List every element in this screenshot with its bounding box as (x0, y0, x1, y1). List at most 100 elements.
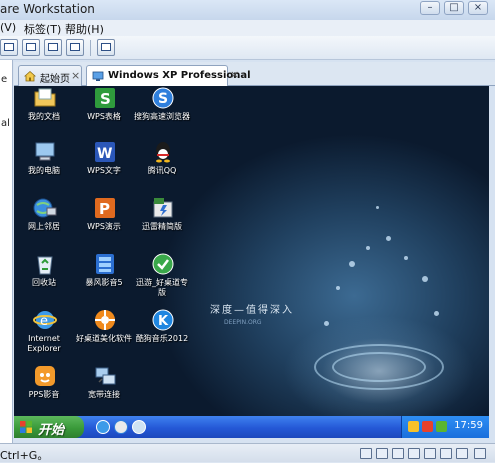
desktop-icon-wps-spreadsheet[interactable]: S WPS表格 (76, 86, 132, 126)
cd-drive-icon[interactable] (376, 448, 388, 459)
quicklaunch-ie-icon[interactable] (96, 420, 110, 434)
desktop-icon-label: 网上邻居 (28, 222, 60, 231)
svg-text:S: S (100, 90, 111, 108)
unity-button[interactable] (66, 39, 84, 56)
desktop-icon-haozhuodao[interactable]: 好桌道美化软件 (76, 308, 132, 354)
maximize-icon[interactable]: □ (444, 1, 464, 15)
water-droplet (404, 256, 408, 260)
desktop-icon-baofeng[interactable]: 暴风影音5 (76, 252, 132, 292)
status-bar: Ctrl+G。 (0, 443, 495, 462)
wps-spreadsheet-icon: S (95, 88, 115, 108)
water-droplet (386, 236, 391, 241)
desktop-icon-label: WPS文字 (87, 166, 121, 175)
desktop-icon-label: 我的文档 (28, 112, 60, 121)
desktop-icon-label: 我的电脑 (28, 166, 60, 175)
desktop-icon-label: 暴风影音5 (85, 278, 123, 287)
menu-bar: (V) 标签(T) 帮助(H) (0, 20, 495, 36)
desktop-icon-label: 迅雷精简版 (142, 222, 182, 231)
ie-icon: e (33, 311, 57, 329)
menu-tabs[interactable]: 标签(T) (24, 21, 61, 37)
close-tab-icon[interactable]: × (71, 69, 80, 82)
desktop-icon-my-computer[interactable]: 我的电脑 (16, 140, 72, 180)
svg-text:e: e (40, 314, 48, 329)
console-view-button[interactable] (97, 39, 115, 56)
wps-writer-icon: W (95, 142, 115, 162)
desktop-icon-kugou[interactable]: K 酷狗音乐2012 (134, 308, 190, 354)
desktop-icon-network[interactable]: 网上邻居 (16, 196, 72, 236)
tab-home-label: 起始页 (40, 74, 70, 85)
desktop-icon-label: WPS表格 (87, 112, 121, 121)
desktop-icon-wps-presentation[interactable]: P WPS演示 (76, 196, 132, 236)
wallpaper-brand-text: 深度—值得深入 (210, 305, 294, 316)
windows-flag-icon (20, 421, 32, 433)
vmware-window: are Workstation – □ × (V) 标签(T) 帮助(H) e … (0, 0, 495, 462)
desktop-icon-internet-explorer[interactable]: e Internet Explorer (16, 308, 72, 354)
water-ripple (332, 352, 426, 382)
qq-icon (156, 142, 170, 163)
close-icon[interactable]: × (468, 1, 488, 15)
svg-text:P: P (99, 200, 110, 218)
desktop-icon-sogou-browser[interactable]: S 搜狗高速浏览器 (134, 86, 190, 132)
tab-strip: 起始页 × Windows XP Professional × (14, 62, 495, 87)
quicklaunch-desktop-icon[interactable] (132, 420, 146, 434)
desktop-icon-pps[interactable]: PPS影音 (16, 364, 72, 404)
baofeng-icon (96, 254, 114, 274)
tray-app-icon[interactable] (408, 421, 419, 432)
desktop-icon-label: 宽带连接 (88, 390, 120, 399)
wps-presentation-icon: P (95, 198, 115, 218)
tray-security-icon[interactable] (422, 421, 433, 432)
network-adapter-icon[interactable] (392, 448, 404, 459)
fullscreen-icon (48, 43, 58, 51)
sogou-browser-icon: S (152, 87, 174, 109)
status-message: Ctrl+G。 (0, 449, 49, 462)
water-droplet (349, 261, 355, 267)
water-droplet (336, 286, 340, 290)
desktop-icon-label: WPS演示 (87, 222, 121, 231)
home-icon (24, 70, 36, 82)
water-droplet (366, 246, 370, 250)
desktop-icon-label: 搜狗高速浏览器 (134, 112, 190, 121)
desktop-icon-thunder[interactable]: 迅雷精简版 (134, 196, 190, 236)
pps-icon (35, 366, 55, 386)
my-documents-icon (34, 88, 56, 107)
tab-windows-xp[interactable]: Windows XP Professional (86, 65, 251, 87)
display-icon[interactable] (456, 448, 468, 459)
usb-device-icon[interactable] (408, 448, 420, 459)
tab-home[interactable]: 起始页 × (18, 65, 82, 86)
tray-network-icon[interactable] (436, 421, 447, 432)
menu-help[interactable]: 帮助(H) (65, 21, 104, 37)
desktop-icon-label: 迅游_好桌道专版 (136, 278, 188, 297)
thunder-icon (153, 198, 173, 218)
network-icon (33, 198, 57, 218)
quick-switch-icon (26, 43, 36, 51)
desktop-icon-qq[interactable]: 腾讯QQ (134, 140, 190, 180)
sidebar-text: e (1, 74, 8, 85)
water-droplet (434, 311, 439, 316)
quicklaunch-sogou-icon[interactable] (114, 420, 128, 434)
desktop-icon-broadband[interactable]: 宽带连接 (76, 364, 132, 404)
title-bar: are Workstation – □ × (0, 0, 495, 20)
minimize-icon[interactable]: – (420, 1, 440, 15)
guest-desktop[interactable]: 深度—值得深入 DEEPIN.ORG 我的文档 我的电脑 网上邻居 回收站 e … (14, 86, 489, 416)
desktop-icon-recycle-bin[interactable]: 回收站 (16, 252, 72, 292)
start-button[interactable]: 开始 (14, 416, 84, 438)
view-sidebar-button[interactable] (0, 39, 18, 56)
desktop-icon-my-documents[interactable]: 我的文档 (16, 86, 72, 126)
printer-icon[interactable] (440, 448, 452, 459)
desktop-icon-wps-writer[interactable]: W WPS文字 (76, 140, 132, 180)
view-quick-switch-button[interactable] (22, 39, 40, 56)
toolbar-separator (90, 40, 91, 56)
system-tray: 17:59 (401, 416, 489, 438)
message-log-icon[interactable] (474, 448, 486, 459)
console-icon (101, 43, 111, 51)
water-droplet (422, 276, 428, 282)
desktop-icon-label: 好桌道美化软件 (76, 334, 132, 343)
fullscreen-button[interactable] (44, 39, 62, 56)
desktop-icon-xunyou[interactable]: 迅游_好桌道专版 (134, 252, 190, 298)
hard-disk-icon[interactable] (360, 448, 372, 459)
close-tab-icon[interactable]: × (230, 68, 239, 81)
menu-view[interactable]: (V) (0, 21, 16, 34)
library-sidebar[interactable]: e al (0, 60, 13, 443)
sound-card-icon[interactable] (424, 448, 436, 459)
desktop-icon-label: PPS影音 (28, 390, 60, 399)
